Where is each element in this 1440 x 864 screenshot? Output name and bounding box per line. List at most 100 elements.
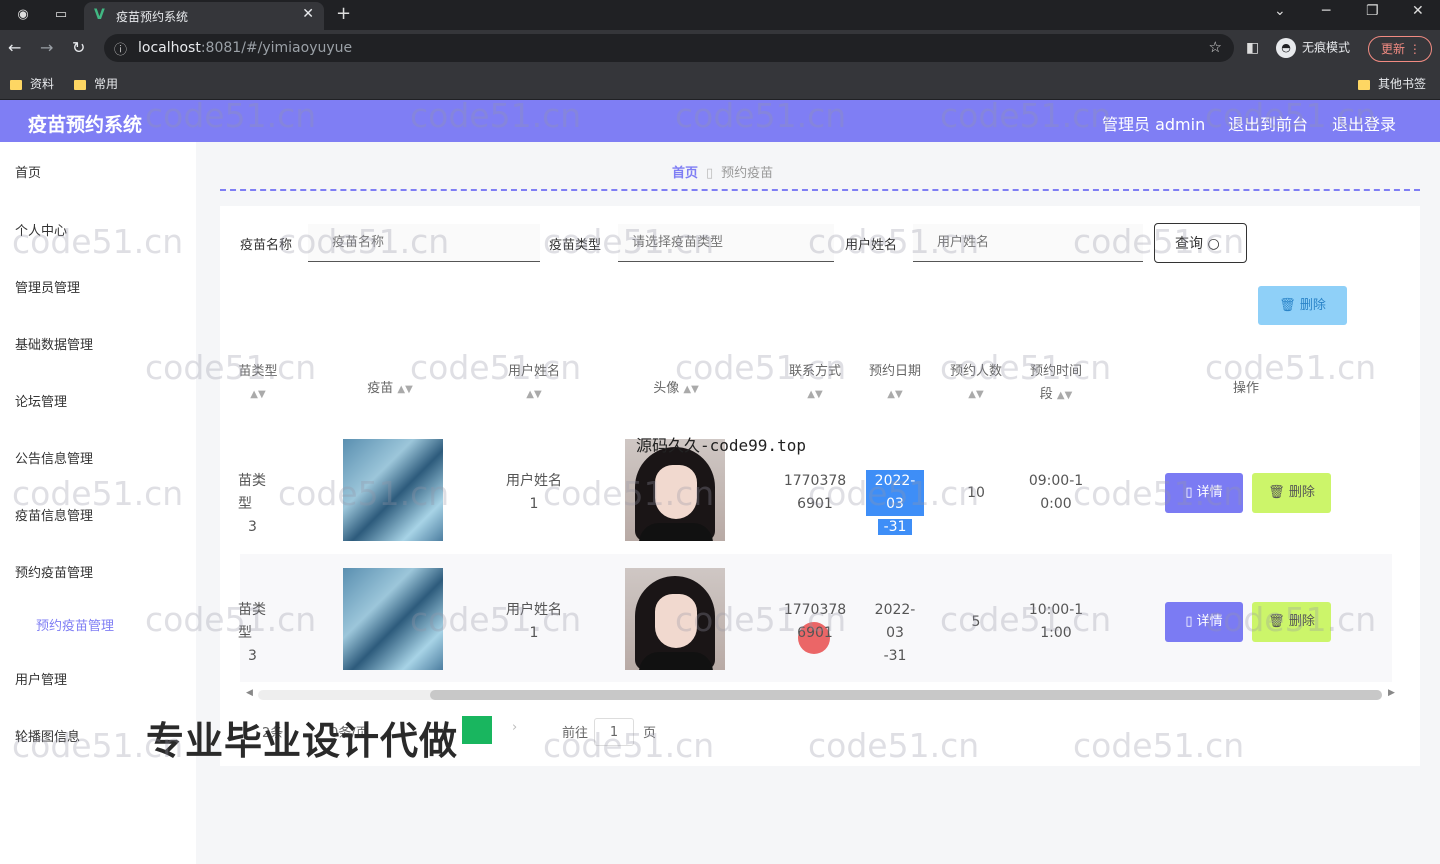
cell-vaccine-type: 苗类型 3	[238, 473, 266, 535]
detail-button[interactable]: ▯ 详情	[1165, 473, 1243, 513]
folder-icon	[1358, 79, 1370, 90]
query-button[interactable]: 查询 ○	[1154, 223, 1247, 263]
cell-time: 09:00-1 0:00	[1028, 473, 1084, 512]
sidebar-item-users[interactable]: 用户管理	[15, 669, 67, 688]
vaccine-name-label: 疫苗名称	[240, 238, 293, 253]
breadcrumb-divider	[220, 189, 1420, 191]
cell-user-name: 用户姓名 1	[506, 473, 562, 512]
user-avatar[interactable]	[625, 568, 725, 670]
page-unit-label: 页	[643, 726, 657, 741]
folder-icon	[10, 79, 22, 90]
th-avatar[interactable]: 头像 ▲▼	[636, 377, 716, 401]
tab-list-chevron-icon[interactable]: ⌄	[1274, 3, 1286, 19]
sidebar-item-base-data[interactable]: 基础数据管理	[15, 334, 93, 353]
back-to-front-link[interactable]: 退出到前台	[1228, 111, 1308, 135]
scrollbar-thumb[interactable]	[430, 690, 1382, 700]
sort-icon: ▲▼	[887, 389, 903, 400]
search-icon: ○	[1207, 236, 1220, 252]
th-ops: 操作	[1232, 381, 1259, 396]
bookmarks-bar: 资料 常用 其他书签	[0, 66, 1440, 100]
sidebar-item-home[interactable]: 首页	[15, 162, 41, 181]
side-panel-icon[interactable]: ◧	[1246, 40, 1259, 56]
breadcrumb-home[interactable]: 首页	[672, 166, 698, 181]
forward-arrow-icon[interactable]: →	[40, 38, 53, 57]
cell-date: 2022-03 -31	[874, 602, 916, 664]
cell-user-name: 用户姓名 1	[506, 602, 562, 641]
incognito-indicator[interactable]: ◓ 无痕模式	[1276, 38, 1350, 58]
cell-phone: 1770378 6901	[783, 473, 847, 512]
vaccine-name-input[interactable]	[308, 224, 540, 262]
bookmark-folder-ziliao[interactable]: 资料	[10, 75, 54, 92]
sort-icon: ▲▼	[968, 389, 984, 400]
sort-icon: ▲▼	[1056, 390, 1073, 401]
restore-icon[interactable]: ❐	[1366, 3, 1379, 19]
th-vaccine-type[interactable]: 苗类型 ▲▼	[238, 360, 278, 406]
close-tab-icon[interactable]: ✕	[302, 6, 314, 22]
vaccine-image[interactable]	[343, 439, 443, 541]
new-tab-icon[interactable]: +	[336, 3, 351, 24]
minimize-icon[interactable]: ─	[1322, 3, 1330, 19]
th-count[interactable]: 预约人数 ▲▼	[942, 360, 1010, 406]
th-user-name[interactable]: 用户姓名 ▲▼	[496, 360, 572, 406]
logout-link[interactable]: 退出登录	[1332, 111, 1396, 135]
browser-tab-strip: ◉ ▭ V 疫苗预约系统 ✕ + ⌄ ─ ❐ ✕	[0, 0, 1440, 30]
row-delete-button[interactable]: 🗑 删除	[1252, 602, 1331, 642]
goto-label: 前往	[562, 726, 589, 741]
back-arrow-icon[interactable]: ←	[8, 38, 21, 57]
app-header: 疫苗预约系统 管理员 admin 退出到前台 退出登录	[0, 100, 1440, 142]
browser-profile-icon[interactable]: ◉	[14, 6, 32, 24]
sidebar-item-admins[interactable]: 管理员管理	[15, 277, 80, 296]
user-name-input[interactable]	[913, 224, 1143, 262]
sort-icon: ▲▼	[250, 389, 266, 400]
cell-count: 5	[971, 614, 981, 630]
scroll-left-icon[interactable]: ◀	[246, 688, 253, 698]
source-overlay-text: 源码久久-code99.top	[636, 436, 806, 455]
sidebar-item-carousel[interactable]: 轮播图信息	[15, 726, 80, 745]
scroll-right-icon[interactable]: ▶	[1388, 688, 1395, 698]
bookmark-star-icon[interactable]: ☆	[1209, 38, 1222, 56]
cell-vaccine-type: 苗类型 3	[238, 602, 266, 664]
close-window-icon[interactable]: ✕	[1412, 3, 1424, 19]
user-name-label: 用户姓名	[845, 238, 898, 253]
folder-icon	[74, 79, 86, 90]
document-icon: ▯	[1185, 485, 1193, 500]
promo-green-block	[462, 716, 492, 744]
sidebar-item-reservations[interactable]: 预约疫苗管理	[15, 562, 93, 581]
url-text: localhost:8081/#/yimiaoyuyue	[138, 40, 353, 56]
table-horizontal-scrollbar[interactable]: ◀ ▶	[244, 688, 1396, 702]
cell-phone: 1770378 6901	[783, 602, 847, 641]
breadcrumb-current: 预约疫苗	[721, 166, 774, 181]
th-phone[interactable]: 联系方式 ▲▼	[780, 360, 850, 406]
other-bookmarks[interactable]: 其他书签	[1358, 75, 1426, 92]
sidebar-item-forum[interactable]: 论坛管理	[15, 391, 67, 410]
cell-count: 10	[967, 485, 985, 501]
next-page-icon[interactable]: ›	[512, 720, 517, 735]
th-time[interactable]: 预约时间段 ▲▼	[1020, 360, 1092, 407]
sidebar-subitem-reservations[interactable]: 预约疫苗管理	[36, 615, 114, 634]
detail-button[interactable]: ▯ 详情	[1165, 602, 1243, 642]
tab-search-icon[interactable]: ▭	[52, 6, 70, 24]
sidebar-item-notices[interactable]: 公告信息管理	[15, 448, 93, 467]
sidebar-item-vaccine-info[interactable]: 疫苗信息管理	[15, 505, 93, 524]
address-bar[interactable]: ⓘ localhost:8081/#/yimiaoyuyue ☆	[104, 34, 1234, 62]
vue-logo-icon: V	[94, 7, 105, 23]
batch-delete-button[interactable]: 🗑 删除	[1258, 286, 1347, 325]
breadcrumb: 首页 ▯ 预约疫苗	[672, 162, 773, 181]
vaccine-type-label: 疫苗类型	[549, 238, 602, 253]
tab-title: 疫苗预约系统	[116, 10, 189, 24]
row-delete-button[interactable]: 🗑 删除	[1252, 473, 1331, 513]
th-date[interactable]: 预约日期 ▲▼	[860, 360, 930, 406]
th-vaccine[interactable]: 疫苗 ▲▼	[350, 377, 430, 401]
sidebar-item-profile[interactable]: 个人中心	[15, 220, 67, 239]
reload-icon[interactable]: ↻	[72, 38, 85, 57]
browser-update-button[interactable]: 更新 ⋮	[1368, 36, 1432, 62]
breadcrumb-separator-icon: ▯	[706, 166, 714, 181]
vaccine-image[interactable]	[343, 568, 443, 670]
browser-tab[interactable]: V 疫苗预约系统 ✕	[84, 2, 324, 30]
site-info-icon[interactable]: ⓘ	[114, 39, 127, 58]
sort-icon: ▲▼	[807, 389, 823, 400]
menu-dots-icon: ⋮	[1408, 42, 1421, 56]
vaccine-type-select[interactable]	[618, 224, 834, 262]
bookmark-folder-changyong[interactable]: 常用	[74, 75, 118, 92]
goto-page-input[interactable]	[594, 718, 634, 746]
